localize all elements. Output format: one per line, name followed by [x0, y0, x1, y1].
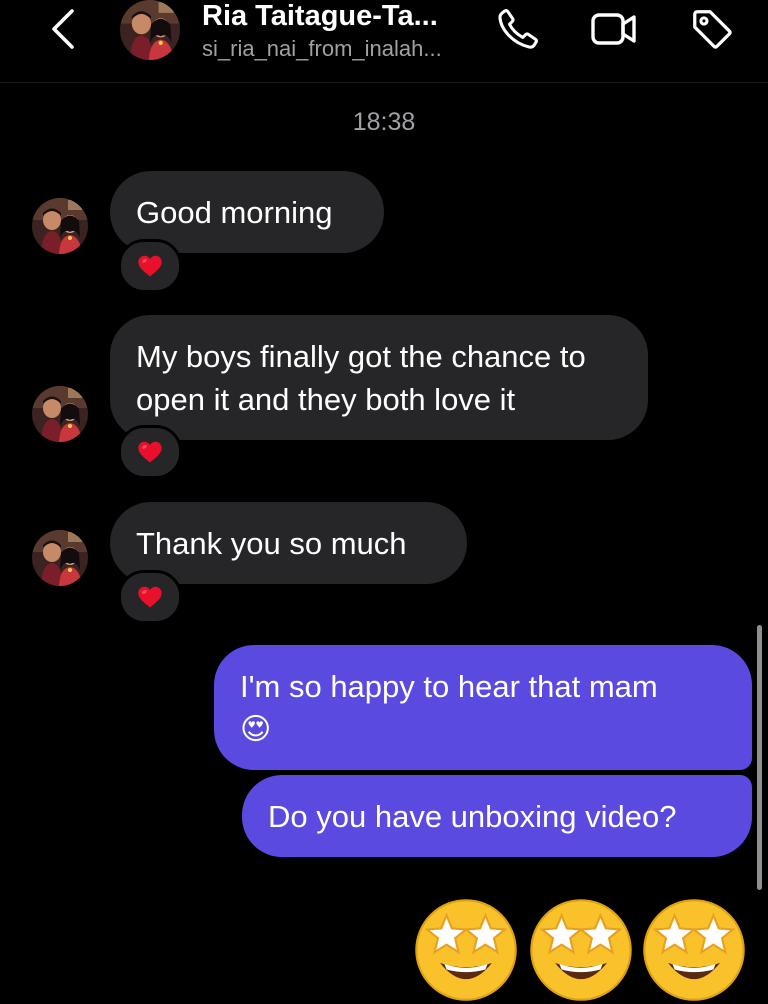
- message-reaction[interactable]: [118, 570, 182, 624]
- profile-avatar[interactable]: [118, 0, 182, 60]
- sender-avatar[interactable]: [32, 530, 88, 586]
- phone-icon: [498, 9, 538, 49]
- contact-username[interactable]: si_ria_nai_from_inalah...: [202, 36, 442, 62]
- message-text: Good morning: [136, 195, 333, 230]
- incoming-message[interactable]: My boys finally got the chance to open i…: [110, 315, 648, 440]
- star-struck-emoji[interactable]: [412, 896, 520, 1004]
- message-text: Do you have unboxing video?: [268, 799, 677, 834]
- star-struck-emoji[interactable]: [527, 896, 635, 1004]
- heart-icon: [136, 583, 164, 611]
- message-reaction[interactable]: [118, 239, 182, 293]
- heart-icon: [136, 438, 164, 466]
- video-call-button[interactable]: [586, 4, 642, 54]
- video-camera-icon: [591, 13, 636, 45]
- star-struck-emoji[interactable]: [640, 896, 748, 1004]
- heart-eyes-emoji: 😍: [240, 713, 272, 746]
- tag-icon: [693, 10, 732, 49]
- contact-name[interactable]: Ria Taitague-Ta...: [202, 0, 438, 32]
- sender-avatar[interactable]: [32, 198, 88, 254]
- tag-button[interactable]: [684, 4, 740, 54]
- outgoing-message[interactable]: I'm so happy to hear that mam 😍: [214, 645, 752, 770]
- back-button[interactable]: [40, 4, 86, 54]
- message-text: I'm so happy to hear that mam: [240, 669, 658, 704]
- outgoing-message[interactable]: Do you have unboxing video?: [242, 775, 752, 857]
- chat-header: Ria Taitague-Ta... si_ria_nai_from_inala…: [0, 0, 768, 83]
- scrollbar[interactable]: [757, 625, 762, 890]
- heart-icon: [136, 252, 164, 280]
- message-timestamp: 18:38: [352, 108, 416, 136]
- chevron-left-icon: [52, 9, 74, 49]
- message-reaction[interactable]: [118, 425, 182, 479]
- message-text: My boys finally got the chance to open i…: [136, 339, 586, 417]
- voice-call-button[interactable]: [490, 4, 546, 54]
- message-text: Thank you so much: [136, 526, 407, 561]
- sender-avatar[interactable]: [32, 386, 88, 442]
